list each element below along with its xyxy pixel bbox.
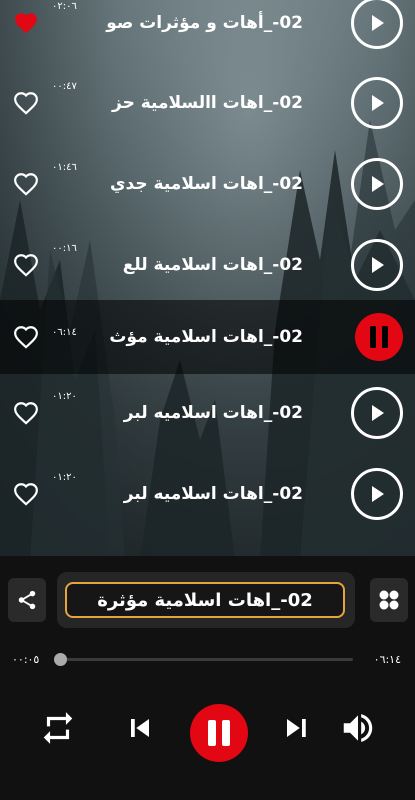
play-icon — [372, 257, 384, 273]
pause-icon — [208, 720, 230, 746]
track-duration: ٠٢:٠٦ — [52, 1, 77, 12]
track-play-button[interactable] — [351, 0, 403, 49]
track-row[interactable]: ٠٠:٤٧ 02-_اهات االسلامية حز — [0, 63, 415, 143]
skip-previous-icon — [131, 719, 149, 737]
heart-outline-icon[interactable] — [12, 171, 40, 197]
grid-button[interactable] — [370, 578, 408, 622]
repeat-icon — [43, 712, 73, 744]
skip-next-icon — [287, 719, 306, 737]
progress-slider[interactable] — [53, 653, 353, 666]
volume-button[interactable] — [336, 706, 380, 750]
track-list[interactable]: ٠٢:٠٦ 02-_أهات و مؤثرات صو ٠٠:٤٧ 02-_اهات ا… — [0, 0, 415, 560]
track-title: 02-_اهات اسلاميه لبر — [123, 484, 303, 504]
track-duration: ٠٠:٤٧ — [52, 81, 77, 92]
next-button[interactable] — [274, 706, 318, 750]
track-row[interactable]: ٠٦:١٤ 02-_اهات اسلامية مؤث — [0, 300, 415, 374]
track-duration: ٠١:٢٠ — [52, 472, 77, 483]
track-row[interactable]: ٠٠:١٦ 02-_اهات اسلامية للع — [0, 225, 415, 305]
previous-button[interactable] — [118, 706, 162, 750]
now-playing-box: 02-_اهات اسلامية مؤثرة — [57, 572, 355, 628]
now-playing-title: 02-_اهات اسلامية مؤثرة — [65, 582, 345, 618]
track-title: 02-_اهات اسلامية جدي — [109, 174, 303, 194]
heart-outline-icon[interactable] — [12, 252, 40, 278]
track-duration: ٠١:٤٦ — [52, 162, 77, 173]
heart-filled-icon[interactable] — [12, 10, 40, 36]
play-icon — [372, 405, 384, 421]
share-icon — [18, 590, 36, 610]
share-button[interactable] — [8, 578, 46, 622]
track-play-button[interactable] — [351, 158, 403, 210]
track-duration: ٠٠:١٦ — [52, 243, 77, 254]
pause-icon — [370, 326, 388, 348]
track-play-button[interactable] — [351, 387, 403, 439]
repeat-button[interactable] — [36, 706, 80, 750]
track-row[interactable]: ٠١:٤٦ 02-_اهات اسلامية جدي — [0, 144, 415, 224]
player-panel: 02-_اهات اسلامية مؤثرة ٠٠:٠٥ ٠٦:١٤ — [0, 556, 415, 800]
track-row[interactable]: ٠١:٢٠ 02-_اهات اسلاميه لبر — [0, 373, 415, 453]
volume-icon — [343, 714, 373, 742]
pause-button[interactable] — [190, 704, 248, 762]
track-pause-button[interactable] — [355, 313, 403, 361]
track-row[interactable]: ٠٢:٠٦ 02-_أهات و مؤثرات صو — [0, 0, 415, 63]
heart-outline-icon[interactable] — [12, 481, 40, 507]
play-icon — [372, 176, 384, 192]
heart-outline-icon[interactable] — [12, 400, 40, 426]
heart-outline-icon[interactable] — [12, 90, 40, 116]
track-title: 02-_اهات اسلاميه لبر — [123, 403, 303, 423]
progress-thumb[interactable] — [53, 653, 67, 666]
track-title: 02-_اهات االسلامية حز — [112, 93, 303, 113]
heart-outline-icon[interactable] — [12, 324, 40, 350]
grid-icon — [379, 590, 399, 610]
track-row[interactable]: ٠١:٢٠ 02-_اهات اسلاميه لبر — [0, 454, 415, 534]
elapsed-time: ٠٠:٠٥ — [12, 653, 40, 666]
track-title: 02-_أهات و مؤثرات صو — [106, 13, 303, 33]
track-play-button[interactable] — [351, 77, 403, 129]
track-play-button[interactable] — [351, 239, 403, 291]
play-icon — [372, 95, 384, 111]
play-icon — [372, 486, 384, 502]
track-duration: ٠١:٢٠ — [52, 391, 77, 402]
track-title: 02-_اهات اسلامية للع — [122, 255, 303, 275]
play-icon — [372, 15, 384, 31]
track-play-button[interactable] — [351, 468, 403, 520]
track-title: 02-_اهات اسلامية مؤث — [109, 327, 303, 347]
track-duration: ٠٦:١٤ — [52, 327, 77, 338]
total-time: ٠٦:١٤ — [373, 653, 401, 666]
